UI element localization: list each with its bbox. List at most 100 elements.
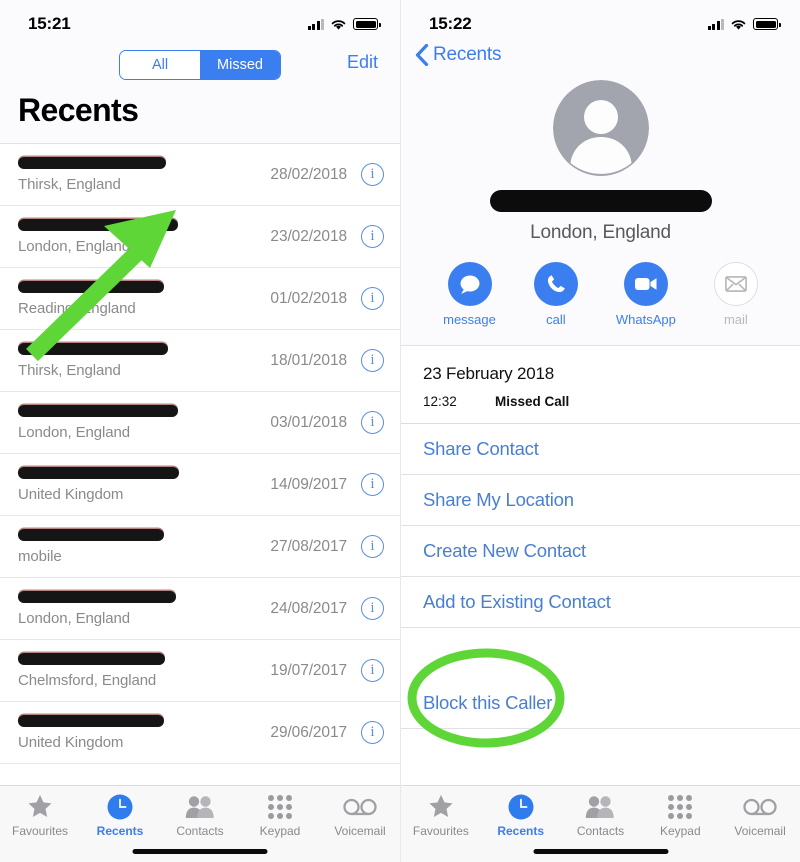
tab-label: Contacts: [176, 824, 224, 838]
table-row[interactable]: United Kingdom 29/06/2017 i: [0, 702, 400, 764]
contact-action-buttons[interactable]: message call WhatsApp mail: [443, 262, 758, 327]
action-label: mail: [723, 312, 748, 327]
status-time: 15:21: [28, 14, 71, 33]
sidebar-item-voicemail[interactable]: Voicemail: [720, 793, 800, 838]
home-indicator: [132, 849, 268, 854]
info-circle-icon[interactable]: i: [361, 659, 384, 682]
sidebar-item-recents[interactable]: Recents: [481, 793, 561, 838]
sidebar-item-keypad[interactable]: Keypad: [240, 793, 320, 838]
sidebar-item-contacts[interactable]: Contacts: [561, 793, 641, 838]
tab-label: Favourites: [11, 824, 69, 838]
share-my-location-button[interactable]: Share My Location: [401, 475, 800, 526]
redacted-contact-name: [489, 190, 712, 212]
tab-label: Keypad: [659, 824, 701, 838]
tab-bar-left[interactable]: Favourites Recents Contacts Keypad Voice…: [0, 785, 400, 862]
call-date: 03/01/2018: [270, 413, 347, 431]
people-icon: [585, 793, 615, 820]
list-spacer: [401, 628, 800, 678]
voicemail-icon: [743, 793, 777, 820]
action-label: WhatsApp: [615, 312, 676, 327]
call-button[interactable]: call: [533, 262, 578, 327]
message-button[interactable]: message: [443, 262, 496, 327]
info-circle-icon[interactable]: i: [361, 473, 384, 496]
tab-label: Recents: [497, 824, 545, 838]
cellular-signal-icon: [307, 18, 324, 30]
call-location: Thirsk, England: [18, 175, 121, 193]
block-this-caller-button[interactable]: Block this Caller: [401, 678, 800, 729]
right-phone-screen: 15:22 Recents London, England message ca…: [400, 0, 800, 862]
table-row[interactable]: Reading, England 01/02/2018 i: [0, 268, 400, 330]
call-detail-time: 12:32: [423, 394, 457, 409]
call-row-main: Chelmsford, England: [18, 652, 270, 689]
call-location: London, England: [18, 423, 130, 441]
call-date: 27/08/2017: [270, 537, 347, 555]
call-filter-segmented-control[interactable]: All Missed: [119, 50, 281, 80]
recents-call-list[interactable]: Thirsk, England 28/02/2018 i London, Eng…: [0, 143, 400, 764]
sidebar-item-voicemail[interactable]: Voicemail: [320, 793, 400, 838]
call-date: 01/02/2018: [270, 289, 347, 307]
tab-label: Voicemail: [734, 824, 786, 838]
sidebar-item-favourites[interactable]: Favourites: [401, 793, 481, 838]
redacted-phone-number: [18, 342, 168, 355]
call-location: United Kingdom: [18, 733, 124, 751]
segment-missed[interactable]: Missed: [200, 51, 280, 79]
add-to-existing-contact-button[interactable]: Add to Existing Contact: [401, 577, 800, 628]
call-row-main: Thirsk, England: [18, 342, 270, 379]
table-row[interactable]: United Kingdom 14/09/2017 i: [0, 454, 400, 516]
message-bubble-icon: [447, 262, 492, 306]
table-row[interactable]: Thirsk, England 28/02/2018 i: [0, 144, 400, 206]
sidebar-item-favourites[interactable]: Favourites: [0, 793, 80, 838]
envelope-icon: [713, 262, 758, 306]
sidebar-item-recents[interactable]: Recents: [80, 793, 160, 838]
call-date: 14/09/2017: [270, 475, 347, 493]
chevron-left-icon: [415, 44, 429, 66]
contact-options-list[interactable]: Share Contact Share My Location Create N…: [401, 423, 800, 729]
call-date: 19/07/2017: [270, 661, 347, 679]
table-row[interactable]: mobile 27/08/2017 i: [0, 516, 400, 578]
info-circle-icon[interactable]: i: [361, 721, 384, 744]
info-circle-icon[interactable]: i: [361, 225, 384, 248]
table-row[interactable]: London, England 03/01/2018 i: [0, 392, 400, 454]
status-bar-right: 15:22: [401, 0, 800, 40]
info-circle-icon[interactable]: i: [361, 411, 384, 434]
call-detail-block: 23 February 2018 12:32 Missed Call: [401, 346, 800, 423]
call-row-main: United Kingdom: [18, 466, 270, 503]
whatsapp-button[interactable]: WhatsApp: [616, 262, 676, 327]
home-indicator: [533, 849, 668, 854]
table-row[interactable]: London, England 24/08/2017 i: [0, 578, 400, 640]
left-phone-screen: 15:21 All Missed Edit Recents Thirsk, En…: [0, 0, 400, 862]
info-circle-icon[interactable]: i: [361, 349, 384, 372]
back-button[interactable]: Recents: [401, 40, 800, 72]
mail-button[interactable]: mail: [713, 262, 758, 327]
call-location: United Kingdom: [18, 485, 124, 503]
table-row[interactable]: Chelmsford, England 19/07/2017 i: [0, 640, 400, 702]
tab-label: Favourites: [412, 824, 469, 838]
info-circle-icon[interactable]: i: [361, 287, 384, 310]
call-row-main: Reading, England: [18, 280, 270, 317]
wifi-icon: [331, 19, 346, 30]
clock-icon: [508, 793, 534, 820]
action-label: call: [546, 312, 566, 327]
clock-icon: [107, 793, 133, 820]
tab-bar-right[interactable]: Favourites Recents Contacts Keypad Voice…: [401, 785, 800, 862]
table-row[interactable]: London, England 23/02/2018 i: [0, 206, 400, 268]
create-new-contact-button[interactable]: Create New Contact: [401, 526, 800, 577]
tab-label: Recents: [96, 824, 144, 838]
share-contact-button[interactable]: Share Contact: [401, 424, 800, 475]
segment-all[interactable]: All: [120, 51, 200, 79]
info-circle-icon[interactable]: i: [361, 597, 384, 620]
edit-button[interactable]: Edit: [347, 52, 378, 73]
call-location: London, England: [18, 609, 130, 627]
call-row-main: Thirsk, England: [18, 156, 270, 193]
info-circle-icon[interactable]: i: [361, 535, 384, 558]
sidebar-item-keypad[interactable]: Keypad: [640, 793, 720, 838]
action-label: message: [443, 312, 496, 327]
redacted-phone-number: [18, 280, 164, 293]
call-location: Chelmsford, England: [18, 671, 157, 689]
call-row-main: mobile: [18, 528, 270, 565]
table-row[interactable]: Thirsk, England 18/01/2018 i: [0, 330, 400, 392]
sidebar-item-contacts[interactable]: Contacts: [160, 793, 240, 838]
star-icon: [27, 793, 53, 820]
info-circle-icon[interactable]: i: [361, 163, 384, 186]
person-placeholder-avatar-icon: [552, 80, 649, 176]
